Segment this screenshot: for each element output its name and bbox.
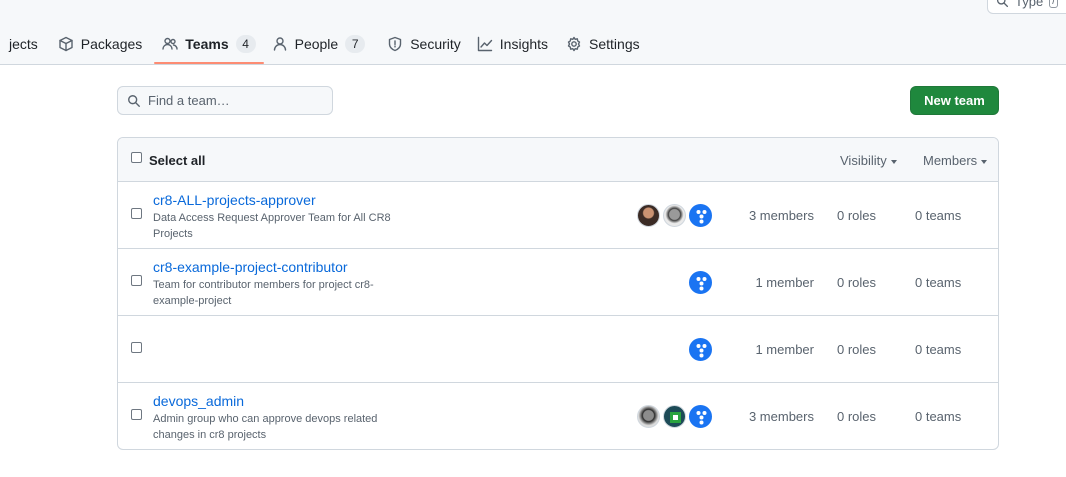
table-row: 1 member 0 roles 0 teams <box>118 316 998 383</box>
tab-packages[interactable]: Packages <box>50 26 150 62</box>
tab-teams[interactable]: Teams 4 <box>154 26 264 64</box>
tab-projects[interactable]: jects <box>0 26 46 62</box>
members-filter-dropdown[interactable]: Members <box>923 153 988 168</box>
new-team-button[interactable]: New team <box>910 86 999 115</box>
bot-avatar[interactable] <box>689 338 712 361</box>
org-nav: jects Packages Teams 4 People 7 Security… <box>0 26 648 64</box>
row-checkbox[interactable] <box>131 208 142 219</box>
tab-people-label: People <box>294 36 339 52</box>
member-avatars <box>689 338 712 361</box>
teams-count-badge: 4 <box>235 35 256 53</box>
tab-security[interactable]: Security <box>379 26 469 62</box>
user-avatar[interactable] <box>663 204 686 227</box>
members-filter-label: Members <box>923 153 978 168</box>
members-count[interactable]: 3 members <box>749 409 814 424</box>
teams-count[interactable]: 0 teams <box>915 342 961 357</box>
roles-count[interactable]: 0 roles <box>837 409 876 424</box>
team-name-link[interactable]: cr8-ALL-projects-approver <box>153 192 316 208</box>
gear-icon <box>567 36 581 52</box>
caret-down-icon <box>890 159 897 164</box>
teams-table: Select all Visibility Members cr8-ALL-pr… <box>117 137 999 450</box>
people-count-badge: 7 <box>345 35 366 53</box>
person-icon <box>273 37 286 51</box>
member-avatars <box>689 271 712 294</box>
members-count[interactable]: 3 members <box>749 208 814 223</box>
team-description: Team for contributor members for project… <box>153 279 374 307</box>
table-row: cr8-ALL-projects-approver Data Access Re… <box>118 182 998 249</box>
bot-avatar[interactable] <box>689 405 712 428</box>
roles-count[interactable]: 0 roles <box>837 275 876 290</box>
row-checkbox[interactable] <box>131 409 142 420</box>
table-row: cr8-example-project-contributor Team for… <box>118 249 998 316</box>
global-search[interactable]: Type / <box>987 0 1066 14</box>
tab-security-label: Security <box>410 36 461 52</box>
roles-count[interactable]: 0 roles <box>837 342 876 357</box>
tab-settings[interactable]: Settings <box>558 26 648 62</box>
find-team-input[interactable] <box>148 93 318 108</box>
tab-packages-label: Packages <box>80 36 143 52</box>
caret-down-icon <box>981 159 988 164</box>
tab-insights[interactable]: Insights <box>469 26 556 62</box>
teams-count[interactable]: 0 teams <box>915 409 961 424</box>
tab-projects-label: jects <box>9 36 38 52</box>
visibility-filter-label: Visibility <box>840 153 887 168</box>
teams-count[interactable]: 0 teams <box>915 208 961 223</box>
team-description: Data Access Request Approver Team for Al… <box>153 212 391 240</box>
search-shortcut: / <box>1049 0 1058 8</box>
team-name-link[interactable]: devops_admin <box>153 393 244 409</box>
bot-dots-icon <box>696 210 707 224</box>
team-description: Admin group who can approve devops relat… <box>153 413 378 441</box>
tab-settings-label: Settings <box>589 36 640 52</box>
table-header: Select all Visibility Members <box>118 138 998 182</box>
bot-dots-icon <box>696 411 707 425</box>
global-search-placeholder: Type <box>1015 0 1044 9</box>
visibility-filter-dropdown[interactable]: Visibility <box>840 153 897 168</box>
bot-dots-icon <box>696 277 707 291</box>
graph-icon <box>477 36 492 52</box>
user-avatar[interactable] <box>637 204 660 227</box>
member-avatars <box>637 204 712 227</box>
people-icon <box>162 37 178 50</box>
members-count[interactable]: 1 member <box>755 275 814 290</box>
row-checkbox[interactable] <box>131 275 142 286</box>
search-icon <box>128 94 140 107</box>
bot-avatar[interactable] <box>689 271 712 294</box>
app-avatar[interactable] <box>663 405 686 428</box>
user-avatar[interactable] <box>637 405 660 428</box>
team-name-link[interactable]: cr8-example-project-contributor <box>153 259 348 275</box>
bot-dots-icon <box>696 344 707 358</box>
row-checkbox[interactable] <box>131 342 142 353</box>
roles-count[interactable]: 0 roles <box>837 208 876 223</box>
package-icon <box>59 36 73 52</box>
table-row: devops_admin Admin group who can approve… <box>118 383 998 449</box>
select-all-label: Select all <box>149 153 206 168</box>
select-all-checkbox[interactable] <box>131 152 142 163</box>
tab-insights-label: Insights <box>499 36 549 52</box>
bot-avatar[interactable] <box>689 204 712 227</box>
shield-icon <box>389 36 402 52</box>
tab-teams-label: Teams <box>185 36 229 52</box>
members-count[interactable]: 1 member <box>755 342 814 357</box>
tab-people[interactable]: People 7 <box>264 26 374 62</box>
teams-count[interactable]: 0 teams <box>915 275 961 290</box>
find-team-field[interactable] <box>117 86 333 115</box>
member-avatars <box>637 405 712 428</box>
search-icon <box>996 0 1009 7</box>
org-header: Type / jects Packages Teams 4 People 7 S… <box>0 0 1066 65</box>
